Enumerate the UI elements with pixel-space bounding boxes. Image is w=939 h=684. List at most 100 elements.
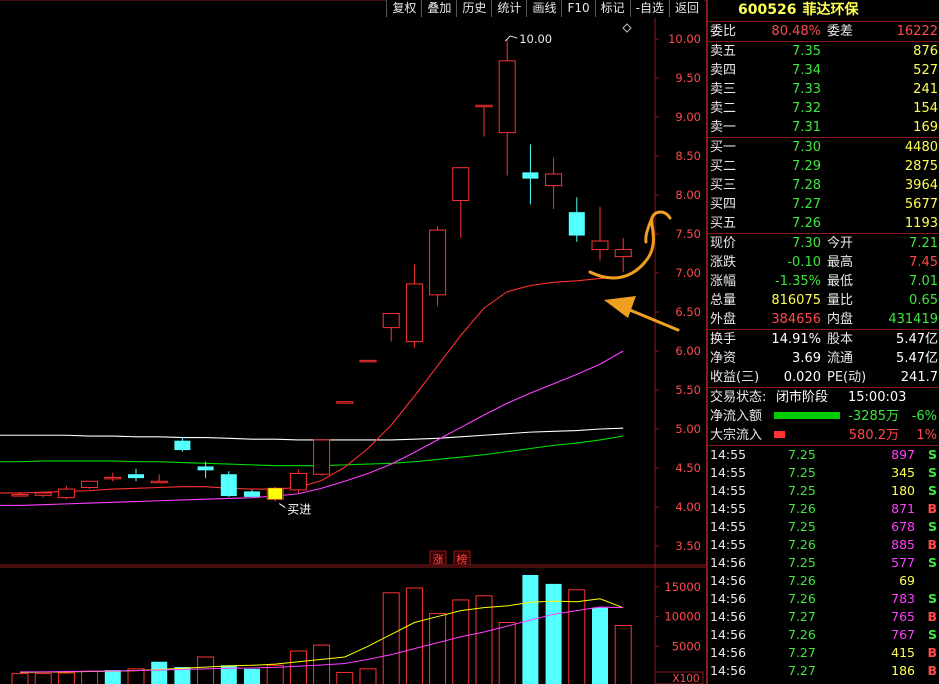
volume-bar-up [289, 650, 307, 684]
tick-side: B [927, 663, 937, 678]
price-axis-label: 7.50 [675, 227, 701, 241]
toolbar-f10-button[interactable]: F10 [561, 0, 595, 17]
volume-bar-up [197, 656, 215, 684]
volume-bar-down [545, 583, 562, 684]
diamond-icon [622, 23, 632, 33]
tick-time: 14:56 [710, 663, 747, 678]
candle-body-up [289, 472, 307, 491]
tick-volume: 678 [891, 519, 915, 534]
quote-label: 今开 [827, 236, 854, 251]
candle-body-up [452, 167, 470, 201]
sell-level-price: 7.33 [792, 82, 821, 97]
toolbar-stats-button[interactable]: 统计 [491, 0, 527, 17]
quote-label: 外盘 [710, 312, 737, 327]
tick-volume: 765 [891, 609, 915, 624]
fundamentals: 换手 14.91% 股本 5.47亿 净资 3.69 流通 5.47亿 收益(三) 0.020 PE… [708, 330, 939, 388]
trade-status-label: 交易状态: [710, 390, 767, 405]
tick-time: 14:56 [710, 573, 747, 588]
buy-level-row: 买四 7.27 5677 [708, 195, 939, 214]
price-axis-label: 3.50 [675, 539, 701, 553]
net-inflow-label: 净流入额 [710, 409, 763, 424]
tick-price: 7.27 [788, 609, 816, 624]
quote-value: 384656 [771, 312, 821, 327]
volume-bar-up [614, 624, 632, 684]
tick-list[interactable]: 14:55 7.25 897 S 14:55 7.25 345 S 14:55 7.25 180 S 1… [708, 446, 939, 680]
tick-side: S [927, 591, 937, 606]
tick-volume: 783 [891, 591, 915, 606]
quote-value: -1.35% [775, 274, 821, 289]
tick-row: 14:56 7.27 415 B [708, 644, 939, 662]
tick-time: 14:55 [710, 447, 747, 462]
price-axis-label: 5.50 [675, 383, 701, 397]
fund-label: PE(动) [827, 370, 867, 385]
toolbar-remove-watchlist-button[interactable]: -自选 [629, 0, 669, 17]
fund-row: 收益(三) 0.020 PE(动) 241.7 [708, 368, 939, 387]
volume-bar-down [244, 668, 260, 684]
candle-body-up [57, 488, 75, 499]
volume-bar-up [57, 672, 75, 684]
fund-label: 股本 [827, 332, 854, 347]
net-inflow-row: 净流入额 -3285万 -6% [708, 407, 939, 426]
volume-bar-up [266, 664, 284, 684]
sell-level-volume: 169 [913, 120, 938, 135]
tick-row: 14:55 7.26 885 B [708, 536, 939, 554]
tick-row: 14:56 7.27 765 B [708, 608, 939, 626]
candle-body-up [81, 480, 99, 489]
tick-price: 7.27 [788, 663, 816, 678]
quote-value: -0.10 [787, 255, 821, 270]
toolbar-back-button[interactable]: 返回 [668, 0, 704, 17]
candle-body-up [475, 104, 493, 108]
weibi-row: 委比 80.48% 委差 16222 [708, 22, 939, 42]
price-axis-label: 8.00 [675, 188, 701, 202]
toolbar-overlay-button[interactable]: 叠加 [421, 0, 457, 17]
tick-time: 14:55 [710, 483, 747, 498]
tick-side: S [927, 519, 937, 534]
toolbar-mark-button[interactable]: 标记 [594, 0, 630, 17]
tick-price: 7.25 [788, 465, 816, 480]
trade-status-time: 15:00:03 [848, 390, 907, 405]
candle-body-down [128, 474, 144, 479]
tick-price: 7.27 [788, 645, 816, 660]
price-axis-label: 4.00 [675, 500, 701, 514]
tick-side: S [927, 627, 937, 642]
candle-body-down [568, 212, 585, 236]
volume-axis-label: 10000 [664, 610, 701, 624]
quote-row: 总量 816075 量比 0.65 [708, 291, 939, 310]
tick-time: 14:56 [710, 591, 747, 606]
tick-volume: 577 [891, 555, 915, 570]
toolbar-history-button[interactable]: 历史 [456, 0, 492, 17]
price-axis-label: 9.00 [675, 110, 701, 124]
buy-level-label: 买三 [710, 178, 737, 193]
quote-value: 0.65 [909, 293, 938, 308]
buy-level-price: 7.28 [792, 178, 821, 193]
tick-row: 14:56 7.27 186 B [708, 662, 939, 680]
tick-time: 14:56 [710, 555, 747, 570]
quote-label: 最低 [827, 274, 854, 289]
stock-name: 菲达环保 [802, 2, 859, 18]
tick-volume: 415 [891, 645, 915, 660]
buy-level-volume: 4480 [904, 140, 938, 155]
quote-label: 内盘 [827, 312, 854, 327]
toolbar-fuquan-button[interactable]: 复权 [386, 0, 422, 17]
kline-chart-area[interactable]: 10.00 9.50 9.00 8.50 8.00 7.50 7.00 6.50 6.00 5.5… [0, 0, 706, 684]
volume-bar-up [405, 587, 423, 684]
sell-level-price: 7.35 [792, 44, 821, 59]
volume-bar-up [429, 613, 447, 684]
quote-label: 涨跌 [710, 255, 737, 270]
toolbar-draw-line-button[interactable]: 画线 [526, 0, 562, 17]
fund-value: 241.7 [900, 370, 938, 385]
tick-side: B [927, 501, 937, 516]
quote-value: 7.30 [792, 236, 821, 251]
buy-candle-highlight [268, 488, 283, 500]
price-axis-label: 7.00 [675, 266, 701, 280]
fund-value: 5.47亿 [896, 351, 938, 366]
net-inflow-amount: -3285万 [848, 409, 899, 424]
volume-bar-down [592, 607, 608, 684]
sell-level-label: 卖四 [710, 63, 737, 78]
volume-axis-label: 5000 [672, 639, 701, 653]
kline-chart[interactable]: 10.00 9.50 9.00 8.50 8.00 7.50 7.00 6.50 6.00 5.5… [0, 0, 706, 684]
price-axis-label: 6.50 [675, 305, 701, 319]
tick-price: 7.25 [788, 483, 816, 498]
tick-price: 7.26 [788, 501, 816, 516]
price-axis-label: 4.50 [675, 461, 701, 475]
